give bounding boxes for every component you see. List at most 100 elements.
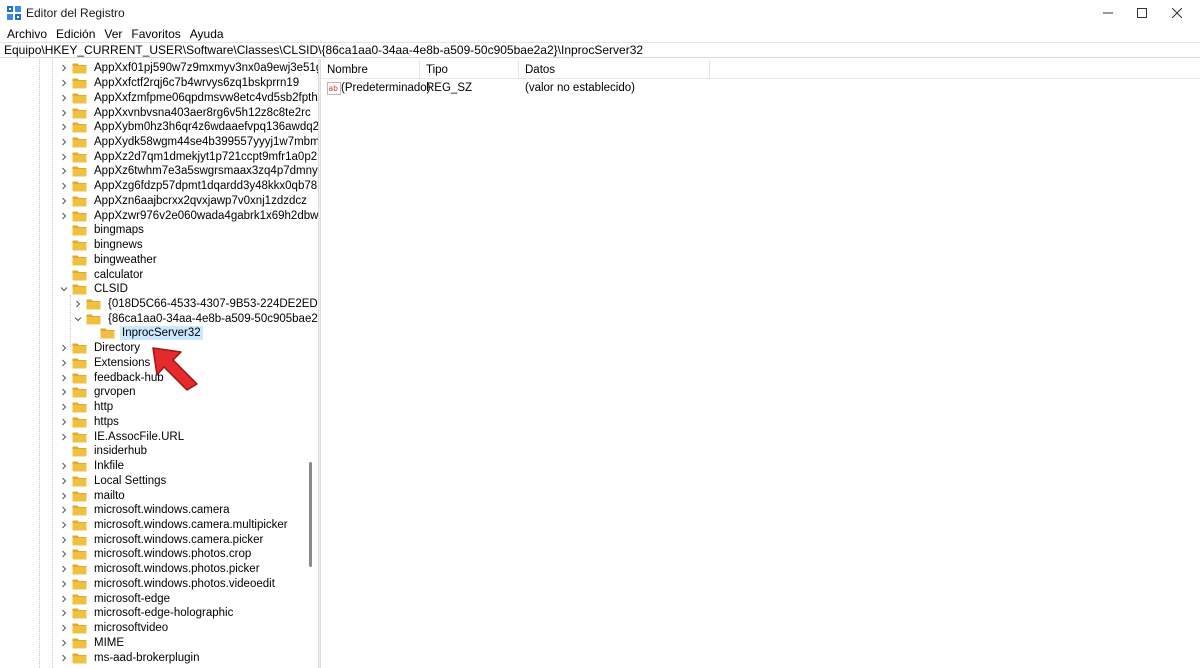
column-header-nombre[interactable]: Nombre [321,59,368,79]
tree-guide-line [70,295,71,347]
tree-node[interactable]: bingmaps [58,223,146,238]
menu-ayuda[interactable]: Ayuda [187,26,227,42]
tree-node[interactable]: calculator [58,267,145,282]
chevron-right-icon[interactable] [58,165,70,177]
tree-node[interactable]: InprocServer32 [86,326,203,341]
chevron-right-icon[interactable] [58,92,70,104]
chevron-right-icon[interactable] [58,401,70,413]
tree-node[interactable]: AppXz6twhm7e3a5swgrsmaax3zq4p7dmnynb [58,164,318,179]
tree-node[interactable]: AppXxfctf2rqj6c7b4wrvys6zq1bskprrn19 [58,76,301,91]
menu-ver[interactable]: Ver [101,26,125,42]
chevron-right-icon[interactable] [58,563,70,575]
tree-node[interactable]: Extensions [58,356,152,371]
title-bar[interactable]: Editor del Registro [0,0,1200,25]
menu-edicion[interactable]: Edición [53,26,98,42]
tree-node[interactable]: AppXydk58wgm44se4b399557yyyj1w7mbmvd [58,135,318,150]
column-header-datos[interactable]: Datos [519,59,555,79]
tree-node[interactable]: http [58,400,115,415]
folder-icon [72,372,87,384]
tree-node-label: IE.AssocFile.URL [94,430,185,443]
tree-node[interactable]: AppXxfzmfpme06qpdmsvw8etc4vd5sb2fpth [58,90,318,105]
tree-node[interactable]: mailto [58,488,127,503]
chevron-right-icon[interactable] [58,534,70,546]
tree-node[interactable]: microsoft.windows.camera [58,503,231,518]
tree-node[interactable]: AppXzwr976v2e060wada4gabrk1x69h2dbwy [58,208,318,223]
tree-node[interactable]: AppXzn6aajbcrxx2qvxjawp7v0xnj1zdzdcz [58,194,309,209]
chevron-right-icon[interactable] [58,431,70,443]
address-bar[interactable]: Equipo\HKEY_CURRENT_USER\Software\Classe… [0,42,1200,58]
chevron-right-icon[interactable] [58,107,70,119]
chevron-right-icon[interactable] [58,180,70,192]
chevron-right-icon[interactable] [58,386,70,398]
close-button[interactable] [1154,0,1200,25]
tree-node[interactable]: microsoft.windows.photos.picker [58,562,262,577]
column-separator[interactable] [709,60,710,79]
chevron-right-icon[interactable] [58,357,70,369]
tree-node[interactable]: AppXz2d7qm1dmekjyt1p721ccpt9mfr1a0p2 [58,149,318,164]
tree-scrollbar-thumb[interactable] [309,462,312,567]
chevron-right-icon[interactable] [58,342,70,354]
chevron-right-icon[interactable] [58,593,70,605]
menu-archivo[interactable]: Archivo [4,26,50,42]
tree-node[interactable]: grvopen [58,385,138,400]
chevron-down-icon[interactable] [58,283,70,295]
chevron-right-icon[interactable] [58,372,70,384]
chevron-right-icon[interactable] [58,475,70,487]
tree-node[interactable]: bingweather [58,252,159,267]
values-list[interactable]: Nombre Tipo Datos ab (Predeterminado) RE… [321,59,1200,668]
folder-icon [86,313,101,325]
tree-node[interactable]: microsoft.windows.photos.videoedit [58,577,277,592]
chevron-right-icon[interactable] [58,637,70,649]
chevron-right-icon[interactable] [58,136,70,148]
tree-node[interactable]: MIME [58,635,126,650]
chevron-right-icon[interactable] [58,416,70,428]
tree-node[interactable]: CLSID [58,282,130,297]
tree-node-label: AppXxfctf2rqj6c7b4wrvys6zq1bskprrn19 [94,77,300,90]
tree-node[interactable]: {86ca1aa0-34aa-4e8b-a509-50c905bae2a2} [72,311,318,326]
tree-node[interactable]: AppXzg6fdzp57dpmt1dqardd3y48kkx0qb78 [58,179,318,194]
tree-node[interactable]: microsoftvideo [58,621,170,636]
chevron-right-icon[interactable] [58,578,70,590]
tree-node[interactable]: IE.AssocFile.URL [58,429,186,444]
tree-node-label: AppXxfzmfpme06qpdmsvw8etc4vd5sb2fpth [94,91,318,104]
tree-node[interactable]: microsoft.windows.camera.picker [58,532,265,547]
tree-node[interactable]: microsoft-edge [58,591,172,606]
menu-favoritos[interactable]: Favoritos [128,26,183,42]
tree-node[interactable]: Local Settings [58,473,168,488]
tree-node[interactable]: {018D5C66-4533-4307-9B53-224DE2ED1FE6} [72,297,318,312]
folder-icon [72,342,87,354]
tree-node[interactable]: AppXybm0hz3h6qr4z6wdaaefvpq136awdq2e [58,120,318,135]
chevron-right-icon[interactable] [58,77,70,89]
chevron-right-icon[interactable] [72,298,84,310]
tree-node[interactable]: Inkfile [58,459,126,474]
chevron-right-icon[interactable] [58,210,70,222]
chevron-right-icon[interactable] [58,195,70,207]
tree-node[interactable]: AppXxf01pj590w7z9mxmyv3nx0a9ewj3e51g [58,61,318,76]
tree-node[interactable]: AppXxvnbvsna403aer8rg6v5h12z8c8te2rc [58,105,313,120]
folder-icon [72,490,87,502]
chevron-right-icon[interactable] [58,62,70,74]
chevron-right-icon[interactable] [58,548,70,560]
chevron-right-icon[interactable] [58,490,70,502]
chevron-right-icon[interactable] [58,460,70,472]
tree-node[interactable]: microsoft.windows.photos.crop [58,547,253,562]
tree-node[interactable]: bingnews [58,238,145,253]
chevron-right-icon[interactable] [58,151,70,163]
column-header-tipo[interactable]: Tipo [420,59,448,79]
chevron-right-icon[interactable] [58,121,70,133]
tree-node[interactable]: Directory [58,341,142,356]
tree-node[interactable]: https [58,415,121,430]
chevron-right-icon[interactable] [58,607,70,619]
tree-node[interactable]: microsoft-edge-holographic [58,606,235,621]
tree-node[interactable]: ms-aad-brokerplugin [58,650,201,665]
chevron-right-icon[interactable] [58,504,70,516]
chevron-right-icon[interactable] [58,622,70,634]
tree-node[interactable]: insiderhub [58,444,149,459]
chevron-right-icon[interactable] [58,652,70,664]
tree-node[interactable]: microsoft.windows.camera.multipicker [58,518,290,533]
list-item[interactable]: ab (Predeterminado) REG_SZ (valor no est… [321,80,1200,97]
chevron-down-icon[interactable] [72,313,84,325]
chevron-right-icon[interactable] [58,519,70,531]
